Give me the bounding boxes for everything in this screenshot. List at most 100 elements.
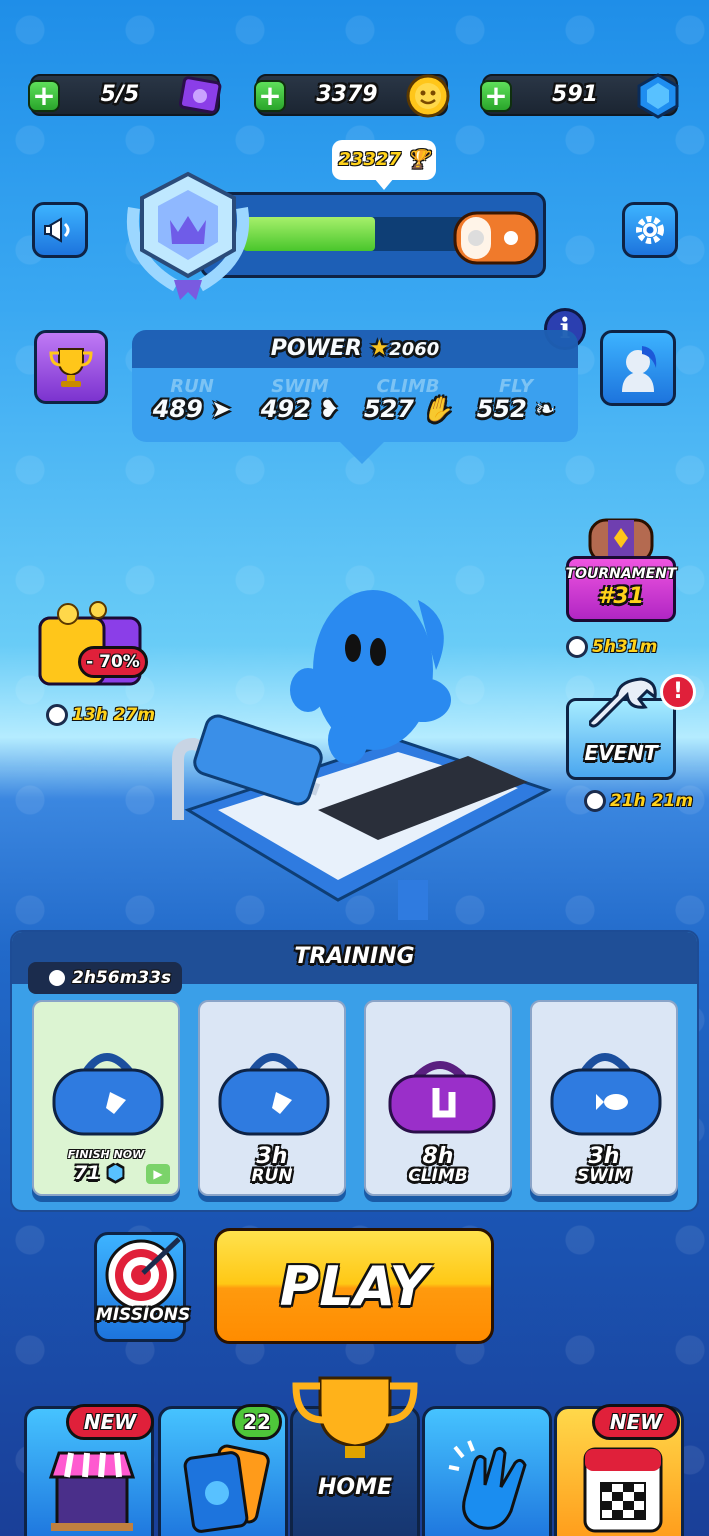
clock-icon bbox=[46, 704, 68, 726]
wing-icon: ❧ bbox=[535, 395, 556, 423]
tab-social[interactable] bbox=[422, 1406, 552, 1536]
fish-icon: ❥ bbox=[319, 395, 340, 423]
shop-new-tag: NEW bbox=[66, 1404, 154, 1440]
cards-count-badge: 22 bbox=[232, 1404, 282, 1440]
training-card-climb[interactable]: 8h CLIMB bbox=[364, 1000, 512, 1196]
tournament-timer-text: 5h31m bbox=[592, 637, 658, 657]
play-label: PLAY bbox=[279, 1254, 429, 1318]
missions-button[interactable]: MISSIONS bbox=[94, 1232, 190, 1342]
announcements-button[interactable] bbox=[32, 202, 88, 258]
calendar-new-tag: NEW bbox=[592, 1404, 680, 1440]
gem-icon bbox=[637, 73, 679, 119]
offer-timer: 13h 27m bbox=[46, 704, 155, 726]
stat-swim: SWIM 492 ❥ bbox=[250, 376, 350, 423]
training-card-run[interactable]: 3h RUN bbox=[198, 1000, 346, 1196]
gear-icon bbox=[636, 216, 664, 244]
power-value: 2060 bbox=[389, 339, 440, 360]
leaderboard-trophy-button[interactable] bbox=[34, 330, 108, 404]
league-crystal-emblem-icon bbox=[127, 171, 249, 300]
training-card-swim[interactable]: 3h SWIM bbox=[530, 1000, 678, 1196]
stat-fly-label: FLY bbox=[499, 376, 533, 397]
tournament-label: TOURNAMENT bbox=[565, 566, 677, 582]
event-button[interactable]: EVENT bbox=[566, 677, 676, 780]
add-gems-button[interactable]: + bbox=[480, 80, 512, 112]
reward-capsule-icon bbox=[453, 211, 539, 265]
clock-icon bbox=[584, 790, 606, 812]
finish-now-cost-value: 71 bbox=[74, 1162, 101, 1184]
clock-icon bbox=[46, 967, 68, 989]
power-title: POWER ★2060 bbox=[132, 336, 578, 361]
tournament-timer: 5h31m bbox=[566, 636, 657, 658]
tickets-value: 5/5 bbox=[100, 82, 140, 107]
play-button[interactable]: PLAY bbox=[214, 1228, 494, 1344]
event-alert-badge: ! bbox=[660, 674, 696, 710]
chest-offer-button[interactable]: - 70% bbox=[38, 600, 148, 692]
stat-swim-label: SWIM bbox=[271, 376, 329, 397]
stat-climb-label: CLIMB bbox=[376, 376, 440, 397]
coin-icon bbox=[406, 74, 450, 118]
stat-run: RUN 489 ➤ bbox=[142, 376, 242, 423]
settings-button[interactable] bbox=[622, 202, 678, 258]
run-bag-icon bbox=[52, 1053, 164, 1136]
shop-stall-icon bbox=[48, 1451, 136, 1531]
add-tickets-button[interactable]: + bbox=[28, 80, 60, 112]
stat-run-value: 489 bbox=[152, 395, 203, 423]
race-calendar-icon bbox=[583, 1447, 663, 1533]
swim-bag-icon bbox=[550, 1053, 662, 1136]
waving-hand-icon bbox=[448, 1440, 527, 1530]
discount-tag: - 70% bbox=[78, 646, 148, 678]
event-timer-text: 21h 21m bbox=[610, 791, 694, 811]
stat-climb: CLIMB 527 ✋ bbox=[358, 376, 458, 423]
power-panel: POWER ★2060 RUN 489 ➤ SWIM 492 ❥ CLIMB 5… bbox=[132, 330, 578, 464]
blue-blob-character bbox=[290, 590, 451, 764]
gems-counter: + 591 bbox=[480, 73, 679, 119]
gems-value: 591 bbox=[552, 82, 598, 107]
megaphone-icon bbox=[44, 217, 70, 243]
power-label: POWER bbox=[270, 336, 362, 361]
wrench-icon bbox=[589, 677, 657, 728]
training-climb-label: CLIMB bbox=[408, 1166, 468, 1186]
target-icon bbox=[105, 1237, 181, 1311]
tickets-counter: + 5/5 bbox=[28, 74, 222, 116]
rank-progress-track bbox=[243, 217, 483, 251]
tournament-button[interactable]: TOURNAMENT #31 bbox=[566, 516, 676, 626]
rank-progress-fill bbox=[243, 217, 375, 251]
missions-label: MISSIONS bbox=[95, 1305, 191, 1325]
home-label: HOME bbox=[317, 1475, 393, 1500]
finish-now-label: FINISH NOW bbox=[67, 1148, 145, 1161]
profile-avatar-button[interactable] bbox=[600, 330, 676, 406]
stat-climb-row: 527 ✋ bbox=[358, 395, 458, 423]
stat-run-row: 489 ➤ bbox=[142, 395, 242, 423]
gem-icon: ⬢ bbox=[107, 1162, 124, 1184]
hand-icon: ✋ bbox=[422, 395, 453, 423]
clock-icon bbox=[566, 636, 588, 658]
stat-swim-row: 492 ❥ bbox=[250, 395, 350, 423]
stat-fly-value: 552 bbox=[476, 395, 527, 423]
coins-counter: + 3379 bbox=[254, 74, 450, 118]
trophy-count: 23327 bbox=[338, 149, 401, 170]
training-run-label: RUN bbox=[251, 1166, 293, 1186]
add-coins-button[interactable]: + bbox=[254, 80, 286, 112]
training-swim-label: SWIM bbox=[576, 1166, 632, 1186]
boot-icon: ➤ bbox=[211, 395, 232, 423]
stat-fly-row: 552 ❧ bbox=[466, 395, 566, 423]
avatar-icon bbox=[622, 346, 657, 392]
ticket-icon bbox=[178, 76, 222, 114]
finish-now-cost: 71 ⬢ bbox=[74, 1162, 124, 1184]
training-timer: 2h56m33s bbox=[28, 962, 182, 994]
tournament-number: #31 bbox=[598, 584, 644, 609]
offer-timer-text: 13h 27m bbox=[72, 705, 156, 725]
event-label: EVENT bbox=[584, 741, 658, 765]
stat-fly: FLY 552 ❧ bbox=[466, 376, 566, 423]
run-bag-icon bbox=[218, 1053, 330, 1136]
stat-swim-value: 492 bbox=[260, 395, 311, 423]
training-card-active[interactable]: FINISH NOW 71 ⬢ ▶ bbox=[32, 1000, 180, 1196]
trophy-small-icon: 🏆 bbox=[400, 149, 430, 170]
cards-collection-icon bbox=[183, 1444, 270, 1533]
event-timer: 21h 21m bbox=[584, 790, 693, 812]
climb-bag-icon bbox=[388, 1061, 496, 1134]
star-icon: ★ bbox=[369, 336, 390, 361]
character-treadmill-scene bbox=[172, 590, 552, 920]
trophy-count-badge: 23327 🏆 bbox=[332, 140, 436, 190]
watch-ad-icon[interactable]: ▶ bbox=[146, 1164, 170, 1184]
